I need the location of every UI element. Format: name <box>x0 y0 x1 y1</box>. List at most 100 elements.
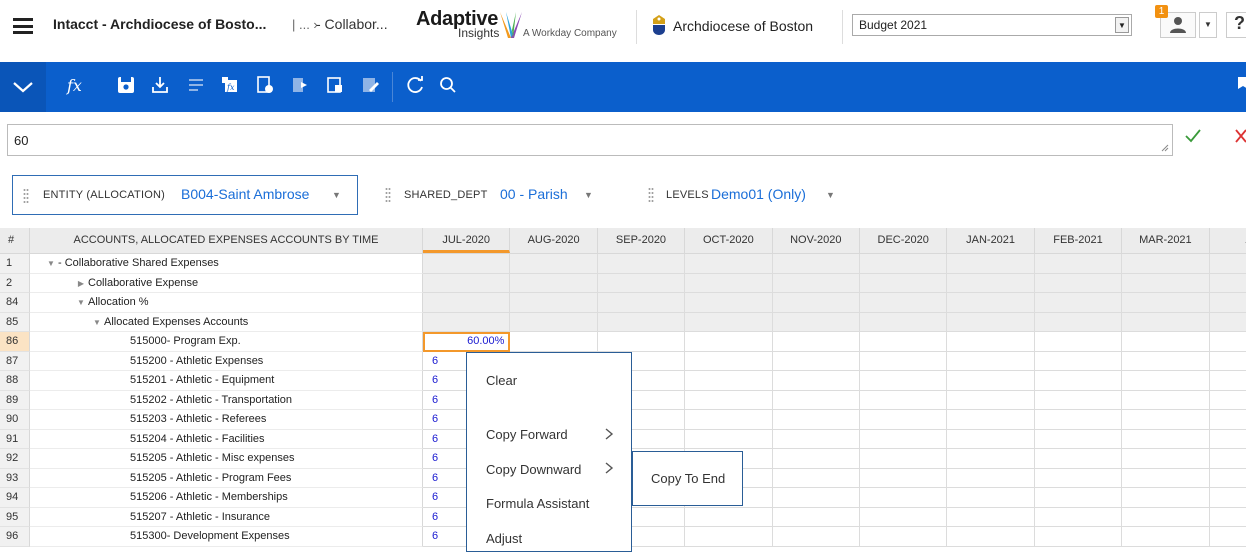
month-column-header[interactable]: OCT-2020 <box>685 228 773 253</box>
data-cell[interactable] <box>1034 527 1123 547</box>
chevron-down-icon[interactable]: ▼ <box>332 190 341 200</box>
data-cell[interactable] <box>1122 488 1210 508</box>
expand-right-icon[interactable]: ▶ <box>74 274 88 293</box>
data-cell[interactable] <box>1122 293 1210 313</box>
data-cell[interactable] <box>1122 390 1210 410</box>
data-cell[interactable] <box>1034 410 1123 430</box>
data-cell[interactable] <box>1209 273 1246 293</box>
notification-badge[interactable]: 1 <box>1155 5 1168 18</box>
data-cell[interactable] <box>947 351 1035 371</box>
chevron-down-icon[interactable]: ▼ <box>584 190 593 200</box>
sheet-view-icon[interactable] <box>325 75 345 95</box>
data-cell[interactable] <box>685 410 773 430</box>
expand-down-icon[interactable]: ▼ <box>90 313 104 332</box>
data-cell[interactable] <box>947 488 1035 508</box>
search-icon[interactable] <box>438 75 458 95</box>
account-cell[interactable]: 515200 - Athletic Expenses <box>30 351 423 371</box>
account-cell[interactable]: ▼ Allocated Expenses Accounts <box>30 312 423 332</box>
edit-sheet-icon[interactable] <box>360 75 380 95</box>
data-cell[interactable] <box>685 429 773 449</box>
data-cell[interactable] <box>947 468 1035 488</box>
data-cell[interactable] <box>772 429 860 449</box>
expand-down-icon[interactable]: ▼ <box>74 293 88 312</box>
data-cell[interactable] <box>1122 468 1210 488</box>
collapse-toolbar-button[interactable] <box>0 62 46 112</box>
entity-filter-value[interactable]: B004-Saint Ambrose <box>181 186 309 202</box>
formula-sheet-icon[interactable]: fx <box>220 75 240 95</box>
data-cell[interactable] <box>772 293 860 313</box>
data-cell[interactable] <box>1034 293 1123 313</box>
data-cell[interactable] <box>772 371 860 391</box>
data-cell[interactable] <box>1209 488 1246 508</box>
export-icon[interactable] <box>290 75 310 95</box>
data-cell[interactable] <box>860 410 948 430</box>
data-cell[interactable] <box>685 351 773 371</box>
data-cell[interactable] <box>1122 527 1210 547</box>
month-column-header[interactable]: DEC-2020 <box>860 228 948 253</box>
data-cell[interactable] <box>1034 449 1123 469</box>
help-button[interactable]: ? <box>1226 12 1246 38</box>
data-cell[interactable] <box>1034 273 1123 293</box>
account-cell[interactable]: 515202 - Athletic - Transportation <box>30 390 423 410</box>
data-cell[interactable] <box>1034 488 1123 508</box>
data-cell[interactable] <box>947 449 1035 469</box>
version-select[interactable]: Budget 2021 ▼ <box>852 14 1132 36</box>
accounts-column-header[interactable]: ACCOUNTS, ALLOCATED EXPENSES ACCOUNTS BY… <box>30 228 423 253</box>
drag-handle-icon[interactable] <box>385 187 391 203</box>
row-number[interactable]: 87 <box>0 351 30 371</box>
dept-filter-value[interactable]: 00 - Parish <box>500 186 568 202</box>
month-column-header[interactable]: JAN-2021 <box>947 228 1035 253</box>
notes-icon[interactable] <box>255 75 275 95</box>
data-cell[interactable] <box>1209 352 1246 371</box>
menu-item-adjust[interactable]: Adjust <box>486 531 522 546</box>
data-cell[interactable] <box>685 332 773 352</box>
account-cell[interactable]: 515000- Program Exp. <box>30 332 423 352</box>
row-number[interactable]: 2 <box>0 273 30 293</box>
row-number[interactable]: 89 <box>0 390 30 410</box>
data-cell[interactable] <box>772 468 860 488</box>
data-cell[interactable]: 60.00% <box>423 332 511 352</box>
data-cell[interactable] <box>510 332 598 352</box>
row-number[interactable]: 91 <box>0 429 30 449</box>
data-cell[interactable] <box>423 312 511 332</box>
row-number[interactable]: 92 <box>0 449 30 469</box>
data-cell[interactable] <box>685 254 773 274</box>
data-cell[interactable] <box>860 390 948 410</box>
flag-icon[interactable] <box>1236 75 1246 95</box>
row-number[interactable]: 85 <box>0 312 30 332</box>
cancel-x-icon[interactable] <box>1234 127 1246 145</box>
account-cell[interactable]: 515206 - Athletic - Memberships <box>30 488 423 508</box>
data-cell[interactable] <box>860 507 948 527</box>
resize-grip-icon[interactable] <box>1161 144 1169 152</box>
data-cell[interactable] <box>1209 527 1246 547</box>
data-cell[interactable] <box>1209 254 1246 274</box>
expand-down-icon[interactable]: ▼ <box>44 254 58 273</box>
menu-item-copy-forward[interactable]: Copy Forward <box>486 427 568 442</box>
data-cell[interactable] <box>947 527 1035 547</box>
data-cell[interactable] <box>860 332 948 352</box>
data-cell[interactable] <box>423 293 511 313</box>
data-cell[interactable] <box>685 273 773 293</box>
account-cell[interactable]: 515201 - Athletic - Equipment <box>30 371 423 391</box>
data-cell[interactable] <box>860 527 948 547</box>
data-cell[interactable] <box>597 332 686 352</box>
data-cell[interactable] <box>772 254 860 274</box>
data-cell[interactable] <box>1122 449 1210 469</box>
data-cell[interactable] <box>597 254 686 274</box>
menu-icon[interactable] <box>13 18 33 34</box>
row-number[interactable]: 96 <box>0 527 30 547</box>
accept-check-icon[interactable] <box>1184 127 1202 145</box>
data-cell[interactable] <box>860 273 948 293</box>
data-cell[interactable] <box>860 293 948 313</box>
breadcrumb-app[interactable]: Intacct - Archdiocese of Bosto... <box>53 16 266 32</box>
formula-input[interactable]: 60 <box>7 124 1173 156</box>
data-cell[interactable] <box>1034 507 1123 527</box>
data-cell[interactable] <box>510 273 598 293</box>
data-cell[interactable] <box>772 507 860 527</box>
data-cell[interactable] <box>947 507 1035 527</box>
data-cell[interactable] <box>860 468 948 488</box>
user-menu-caret[interactable]: ▼ <box>1199 12 1217 38</box>
organization-name[interactable]: Archdiocese of Boston <box>673 18 813 34</box>
data-cell[interactable] <box>597 273 686 293</box>
row-number[interactable]: 88 <box>0 371 30 391</box>
